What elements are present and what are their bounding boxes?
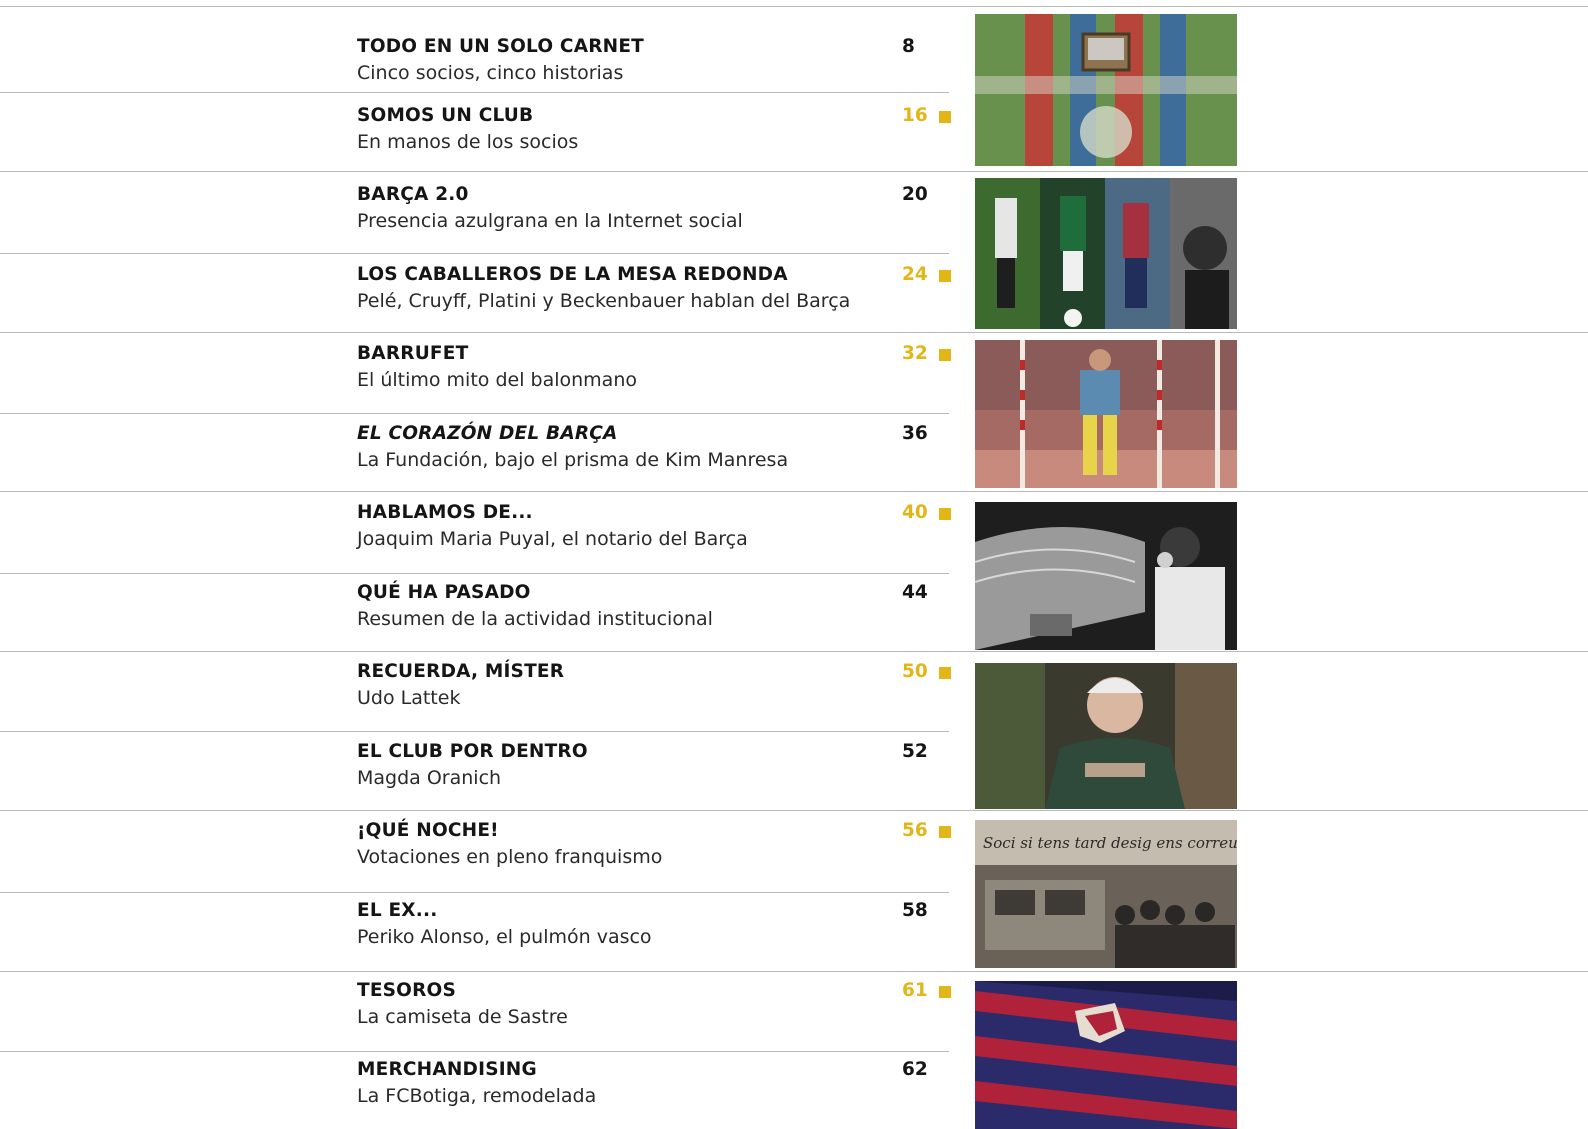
page-number: 32 <box>902 343 928 364</box>
entry-subtitle: Magda Oranich <box>357 767 502 789</box>
entry-title: EL CLUB POR DENTRO <box>357 741 588 762</box>
entry-subtitle: Joaquim Maria Puyal, el notario del Barç… <box>357 528 748 550</box>
entry-subtitle: Votaciones en pleno franquismo <box>357 846 663 868</box>
page-number: 52 <box>902 741 928 762</box>
divider-rule <box>0 92 949 93</box>
entry-subtitle: Pelé, Cruyff, Platini y Beckenbauer habl… <box>357 290 851 312</box>
gold-square-marker <box>939 667 951 679</box>
page-number: 44 <box>902 582 928 603</box>
gold-square-marker <box>939 111 951 123</box>
photo-historic-voting-street: Soci si tens tard desig ens correus <box>975 820 1237 968</box>
page-number: 62 <box>902 1059 928 1080</box>
entry-subtitle: La FCBotiga, remodelada <box>357 1085 597 1107</box>
gold-square-marker <box>939 508 951 520</box>
entry-subtitle: El último mito del balonmano <box>357 369 637 391</box>
page-number: 50 <box>902 661 928 682</box>
page-number: 56 <box>902 820 928 841</box>
divider-rule <box>0 892 949 893</box>
gold-square-marker <box>939 986 951 998</box>
entry-title: MERCHANDISING <box>357 1059 537 1080</box>
divider-rule <box>0 413 949 414</box>
photo-grass-crest-ballot-box <box>975 14 1237 166</box>
photo-udo-lattek <box>975 663 1237 809</box>
photo-radio-commentator <box>975 502 1237 650</box>
entry-subtitle: La Fundación, bajo el prisma de Kim Manr… <box>357 449 789 471</box>
entry-subtitle: Resumen de la actividad institucional <box>357 608 713 630</box>
section-rule <box>0 810 1588 811</box>
photo-legends-collage <box>975 178 1237 329</box>
section-rule <box>0 332 1588 333</box>
page-number: 8 <box>902 36 915 57</box>
entry-title: RECUERDA, MÍSTER <box>357 661 565 682</box>
entry-title: TODO EN UN SOLO CARNET <box>357 36 645 57</box>
entry-subtitle: La camiseta de Sastre <box>357 1006 568 1028</box>
entry-title: HABLAMOS DE... <box>357 502 533 523</box>
entry-title: TESOROS <box>357 980 457 1001</box>
gold-square-marker <box>939 349 951 361</box>
banner-text: Soci si tens tard desig ens correus <box>983 834 1237 852</box>
entry-title: BARRUFET <box>357 343 469 364</box>
photo-handball-goalkeeper <box>975 340 1237 488</box>
page-number: 61 <box>902 980 928 1001</box>
top-rule <box>0 6 1588 7</box>
entry-subtitle: Periko Alonso, el pulmón vasco <box>357 926 652 948</box>
photo-vintage-jersey <box>975 981 1237 1129</box>
entry-title: EL CORAZÓN DEL BARÇA <box>357 423 618 444</box>
entry-title: QUÉ HA PASADO <box>357 582 531 603</box>
page-number: 40 <box>902 502 928 523</box>
section-rule <box>0 971 1588 972</box>
divider-rule <box>0 253 949 254</box>
divider-rule <box>0 573 949 574</box>
page-number: 20 <box>902 184 928 205</box>
page-number: 16 <box>902 105 928 126</box>
divider-rule <box>0 1051 949 1052</box>
page-number: 58 <box>902 900 928 921</box>
entry-subtitle: Udo Lattek <box>357 687 461 709</box>
entry-title: EL EX... <box>357 900 438 921</box>
entry-subtitle: Presencia azulgrana en la Internet socia… <box>357 210 743 232</box>
entry-title: BARÇA 2.0 <box>357 184 469 205</box>
entry-title: SOMOS UN CLUB <box>357 105 534 126</box>
divider-rule <box>0 731 949 732</box>
gold-square-marker <box>939 270 951 282</box>
gold-square-marker <box>939 826 951 838</box>
page-number: 36 <box>902 423 928 444</box>
entry-title: ¡QUÉ NOCHE! <box>357 820 499 841</box>
page-number: 24 <box>902 264 928 285</box>
entry-subtitle: En manos de los socios <box>357 131 579 153</box>
section-rule <box>0 651 1588 652</box>
entry-subtitle: Cinco socios, cinco historias <box>357 62 624 84</box>
section-rule <box>0 171 1588 172</box>
entry-title: LOS CABALLEROS DE LA MESA REDONDA <box>357 264 788 285</box>
section-rule <box>0 491 1588 492</box>
